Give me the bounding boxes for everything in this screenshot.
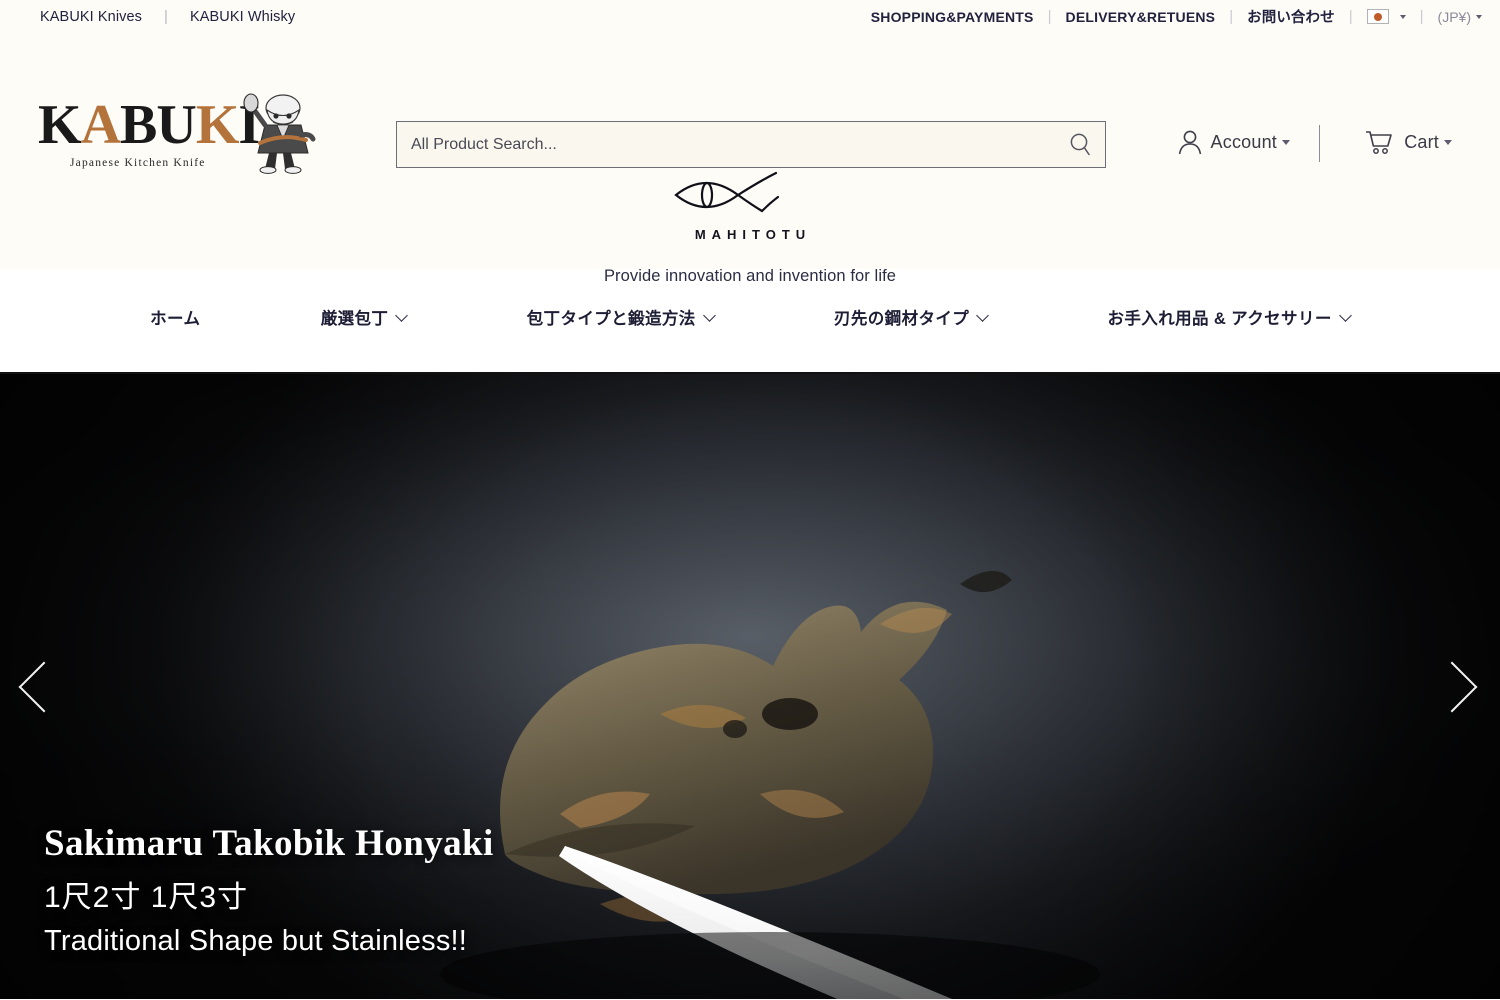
nav-items: ホーム 厳選包丁 包丁タイプと鍛造方法 刃先の鋼材タイプ お手入れ用品 & アク…	[0, 305, 1500, 337]
samurai-chef-mascot-icon	[243, 93, 316, 174]
nav-item-label: 包丁タイプと鍛造方法	[526, 309, 696, 328]
nav-item-care-accessories[interactable]: お手入れ用品 & アクセサリー	[1107, 305, 1352, 329]
site-header: KABUKI Japanese Kitchen Knife All Produc…	[0, 33, 1500, 285]
cart-label: Cart	[1404, 131, 1439, 152]
hero-subtitle: 1尺2寸 1尺3寸	[44, 881, 249, 915]
currency-label[interactable]: (JP¥)	[1438, 9, 1471, 25]
topbar-right-links: SHOPPING&PAYMENTS | DELIVERY&RETUENS | お…	[871, 6, 1482, 27]
top-utility-bar: KABUKI Knives | KABUKI Whisky SHOPPING&P…	[0, 0, 1500, 33]
chevron-down-icon	[395, 308, 409, 322]
account-chevron-down-icon	[1282, 139, 1290, 145]
topbar-link-delivery-returns[interactable]: DELIVERY&RETUENS	[1066, 9, 1216, 25]
account-menu[interactable]: Account	[1177, 128, 1290, 156]
chevron-down-icon	[702, 308, 716, 322]
chevron-right-icon	[1426, 661, 1478, 712]
hero-text-block: Sakimaru Takobik Honyaki 1尺2寸 1尺3寸 Tradi…	[44, 822, 494, 959]
kabuki-wordmark: KABUKI	[38, 94, 260, 156]
nav-item-steel-types[interactable]: 刃先の鋼材タイプ	[833, 305, 990, 329]
topbar-link-kabuki-whisky[interactable]: KABUKI Whisky	[190, 9, 295, 25]
hero-title: Sakimaru Takobik Honyaki	[44, 822, 494, 864]
logo-letter: U	[156, 94, 196, 156]
hero-carousel: Sakimaru Takobik Honyaki 1尺2寸 1尺3寸 Tradi…	[0, 374, 1500, 999]
cart-menu[interactable]: Cart	[1364, 128, 1452, 156]
japan-flag-icon[interactable]	[1366, 9, 1389, 24]
search-bar	[396, 121, 1106, 168]
header-divider	[1318, 125, 1320, 162]
mahitotu-brand-name: MAHITOTU	[694, 227, 812, 242]
chevron-down-icon	[1338, 308, 1352, 322]
currency-chevron-down-icon[interactable]	[1476, 14, 1482, 19]
topbar-separator: |	[164, 8, 168, 25]
mahitotu-brand-block: MAHITOTU	[0, 167, 1500, 242]
user-icon	[1178, 130, 1201, 155]
nav-item-label: 刃先の鋼材タイプ	[833, 309, 970, 328]
language-chevron-down-icon[interactable]	[1399, 14, 1406, 19]
topbar-separator: |	[1229, 8, 1234, 25]
search-submit-button[interactable]	[1056, 121, 1106, 168]
topbar-separator: |	[1047, 8, 1052, 25]
nav-item-home[interactable]: ホーム	[150, 305, 200, 329]
search-icon	[1070, 133, 1090, 155]
logo-letter: K	[38, 94, 82, 156]
topbar-link-kabuki-knives[interactable]: KABUKI Knives	[40, 9, 142, 25]
carousel-next-button[interactable]	[1424, 639, 1488, 735]
chevron-left-icon	[18, 661, 70, 712]
nav-item-selected-knives[interactable]: 厳選包丁	[320, 305, 409, 329]
cart-icon	[1366, 131, 1392, 154]
topbar-left-links: KABUKI Knives | KABUKI Whisky	[40, 9, 295, 25]
logo-letter: K	[195, 94, 240, 156]
logo-letter: A	[80, 94, 121, 156]
chevron-down-icon	[976, 308, 990, 322]
brand-tagline: Provide innovation and invention for lif…	[603, 267, 897, 285]
mahitotu-fish-eye-logo-icon	[674, 171, 780, 213]
topbar-separator: |	[1348, 8, 1353, 25]
nav-item-label: 厳選包丁	[320, 309, 389, 328]
nav-item-label: お手入れ用品 & アクセサリー	[1107, 309, 1332, 328]
nav-item-label: ホーム	[150, 309, 201, 328]
account-label: Account	[1210, 131, 1277, 152]
topbar-link-shopping-payments[interactable]: SHOPPING&PAYMENTS	[871, 9, 1034, 25]
hero-caption: Traditional Shape but Stainless!!	[44, 925, 468, 958]
cart-chevron-down-icon	[1444, 139, 1452, 145]
carousel-prev-button[interactable]	[8, 639, 72, 735]
nav-item-knife-types-forging[interactable]: 包丁タイプと鍛造方法	[526, 305, 716, 329]
topbar-link-contact[interactable]: お問い合わせ	[1247, 6, 1335, 27]
logo-letter: B	[120, 94, 157, 156]
search-input[interactable]	[396, 121, 1106, 168]
topbar-separator: |	[1419, 8, 1424, 25]
